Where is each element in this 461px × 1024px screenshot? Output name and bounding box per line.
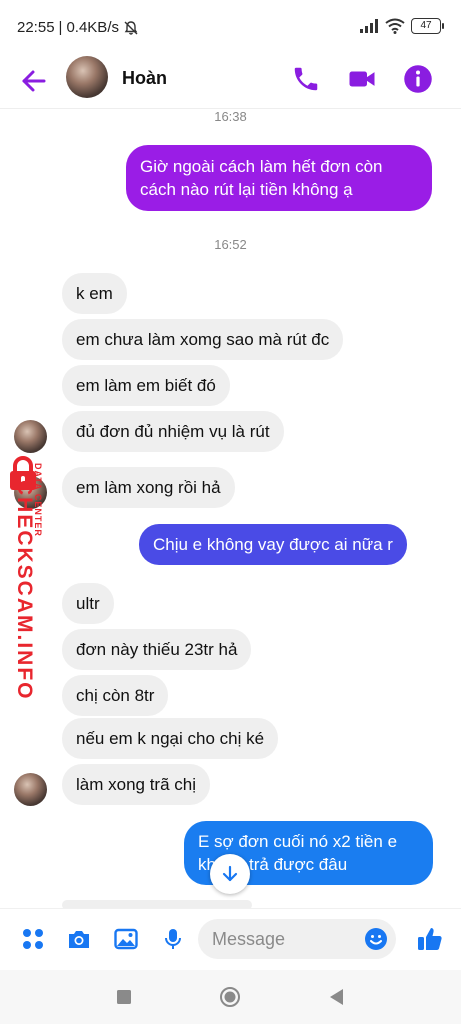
- sender-avatar[interactable]: [14, 773, 47, 806]
- microphone-icon[interactable]: [160, 926, 186, 952]
- scroll-down-button[interactable]: [210, 854, 250, 894]
- status-time: 22:55: [17, 19, 55, 36]
- contact-avatar[interactable]: [66, 56, 108, 98]
- chat-header: Hoàn: [0, 56, 461, 109]
- image-icon[interactable]: [113, 926, 139, 952]
- watermark-text: CHECKSCAM.INFO: [13, 480, 36, 701]
- signal-icon: [360, 19, 378, 33]
- incoming-message[interactable]: em chưa làm xomg sao mà rút đc: [62, 319, 344, 360]
- timestamp: 16:38: [214, 109, 247, 124]
- incoming-message[interactable]: nếu em k ngại cho chị ké: [62, 718, 279, 759]
- incoming-message[interactable]: em làm em biết đó: [62, 365, 230, 406]
- battery-indicator: 47: [411, 18, 444, 34]
- outgoing-message[interactable]: Chịu e không vay được ai nữa r: [139, 524, 407, 565]
- incoming-message[interactable]: ultr: [62, 583, 114, 624]
- thumbs-up-icon[interactable]: [416, 925, 444, 953]
- emoji-icon[interactable]: [364, 927, 388, 951]
- mute-bell-icon: [124, 20, 138, 35]
- watermark: DATA CENTER CHECKSCAM.INFO: [0, 448, 50, 701]
- recent-apps-icon[interactable]: [112, 985, 136, 1009]
- phone-icon[interactable]: [291, 64, 321, 94]
- camera-icon[interactable]: [66, 926, 92, 952]
- contact-name[interactable]: Hoàn: [122, 68, 167, 89]
- back-arrow-icon[interactable]: [19, 66, 49, 96]
- arrow-down-icon: [222, 865, 238, 882]
- apps-grid-icon[interactable]: [20, 926, 46, 952]
- info-icon[interactable]: [403, 64, 433, 94]
- video-camera-icon[interactable]: [347, 64, 377, 94]
- status-bar: 22:55 | 0.4KB/s 47: [0, 0, 461, 56]
- system-nav-bar: [0, 970, 461, 1024]
- incoming-message[interactable]: em làm xong rồi hả: [62, 467, 235, 508]
- message-list[interactable]: 16:38 Giờ ngoài cách làm hết đơn còn các…: [0, 108, 461, 910]
- incoming-message[interactable]: chị còn 8tr: [62, 675, 169, 716]
- incoming-message[interactable]: đủ đơn đủ nhiệm vụ là rút: [62, 411, 284, 452]
- incoming-message[interactable]: k em: [62, 273, 127, 314]
- wifi-icon: [385, 18, 405, 34]
- timestamp: 16:52: [214, 237, 247, 252]
- message-composer: [0, 908, 461, 971]
- network-speed: 0.4KB/s: [66, 19, 119, 36]
- incoming-message[interactable]: đơn này thiếu 23tr hả: [62, 629, 252, 670]
- outgoing-message[interactable]: Giờ ngoài cách làm hết đơn còn cách nào …: [126, 145, 432, 211]
- incoming-message[interactable]: làm xong trã chị: [62, 764, 210, 805]
- home-icon[interactable]: [218, 985, 242, 1009]
- back-nav-icon[interactable]: [325, 985, 349, 1009]
